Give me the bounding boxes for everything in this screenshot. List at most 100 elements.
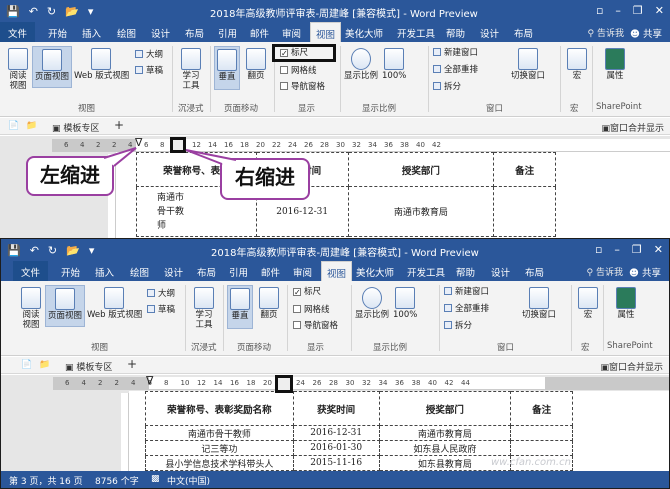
save-icon[interactable]: 💾 <box>6 5 20 18</box>
macros-button[interactable]: 宏 <box>566 48 588 81</box>
minimize-icon[interactable]: – <box>615 4 621 17</box>
tab-help[interactable]: 帮助 <box>446 26 465 40</box>
properties-button[interactable]: 属性 <box>615 287 637 320</box>
tab-mailings[interactable]: 邮件 <box>250 26 269 40</box>
split-button[interactable]: 拆分 <box>433 82 461 92</box>
split-button[interactable]: 拆分 <box>444 321 472 331</box>
template-zone-tab[interactable]: ▣ 模板专区 <box>52 121 99 134</box>
zoom-100-button[interactable]: 100% <box>393 287 417 320</box>
language-indicator[interactable]: 中文(中国) <box>167 474 210 487</box>
right-indent-marker[interactable] <box>275 375 293 393</box>
open-icon[interactable]: 📂 <box>66 244 80 257</box>
add-tab-icon[interactable]: + <box>127 357 137 371</box>
tab-design[interactable]: 设计 <box>151 26 170 40</box>
restore-icon[interactable]: ❐ <box>632 243 642 256</box>
tab-view[interactable]: 视图 <box>321 261 353 281</box>
document-icon[interactable]: 📄 <box>21 360 32 370</box>
read-mode-button[interactable]: 阅读 视图 <box>17 287 45 330</box>
merge-display-toggle[interactable]: ▣窗口合并显示 <box>601 121 664 134</box>
minimize-icon[interactable]: – <box>614 243 620 256</box>
properties-button[interactable]: 属性 <box>604 48 626 81</box>
qat-more-icon[interactable]: ▾ <box>88 5 94 18</box>
close-icon[interactable]: ✕ <box>655 4 664 17</box>
redo-icon[interactable]: ↻ <box>48 244 57 257</box>
switch-windows-button[interactable]: 切换窗口 <box>519 287 559 320</box>
proofing-icon[interactable]: ▩ <box>151 474 160 484</box>
learning-tools-button[interactable]: 学习 工具 <box>178 48 204 91</box>
vertical-move-button[interactable]: 垂直 <box>227 285 253 329</box>
outline-button[interactable]: 大纲 <box>147 289 175 299</box>
switch-windows-button[interactable]: 切换窗口 <box>508 48 548 81</box>
open-icon[interactable]: 📂 <box>65 5 79 18</box>
ruler-checkbox[interactable]: ✓ 标尺 <box>293 287 321 297</box>
nav-pane-checkbox[interactable]: 导航窗格 <box>280 82 325 92</box>
side-to-side-button[interactable]: 翻页 <box>257 287 281 320</box>
word-count[interactable]: 8756 个字 <box>95 474 139 487</box>
arrange-all-button[interactable]: 全部重排 <box>433 65 478 75</box>
page-count[interactable]: 第 3 页，共 16 页 <box>9 474 83 487</box>
tab-references[interactable]: 引用 <box>229 265 248 279</box>
tab-draw[interactable]: 绘图 <box>130 265 149 279</box>
save-icon[interactable]: 💾 <box>7 244 21 257</box>
undo-icon[interactable]: ↶ <box>30 244 39 257</box>
ribbon-display-icon[interactable]: ▫ <box>596 4 603 17</box>
redo-icon[interactable]: ↻ <box>47 5 56 18</box>
zoom-button[interactable]: 显示比例 <box>344 48 378 81</box>
tab-beautify[interactable]: 美化大师 <box>345 26 383 40</box>
tab-developer[interactable]: 开发工具 <box>397 26 435 40</box>
tab-review[interactable]: 审阅 <box>282 26 301 40</box>
tab-table-design[interactable]: 设计 <box>491 265 510 279</box>
tab-file[interactable]: 文件 <box>0 22 36 42</box>
tell-me-box[interactable]: ⚲ 告诉我 <box>588 26 624 39</box>
tab-review[interactable]: 审阅 <box>293 265 312 279</box>
tab-home[interactable]: 开始 <box>61 265 80 279</box>
ribbon-display-icon[interactable]: ▫ <box>595 243 602 256</box>
template-zone-tab[interactable]: ▣ 模板专区 <box>65 360 112 373</box>
right-indent-marker[interactable] <box>170 137 186 153</box>
learning-tools-button[interactable]: 学习 工具 <box>191 287 217 330</box>
tab-table-design[interactable]: 设计 <box>480 26 499 40</box>
zoom-button[interactable]: 显示比例 <box>355 287 389 320</box>
document-icon[interactable]: 📄 <box>8 121 19 131</box>
tab-layout[interactable]: 布局 <box>197 265 216 279</box>
tab-file[interactable]: 文件 <box>13 261 49 281</box>
tab-help[interactable]: 帮助 <box>456 265 475 279</box>
tab-table-layout[interactable]: 布局 <box>525 265 544 279</box>
outline-button[interactable]: 大纲 <box>135 50 163 60</box>
print-layout-button[interactable]: 页面视图 <box>32 46 72 88</box>
gridlines-checkbox[interactable]: 网格线 <box>280 66 317 76</box>
left-indent-marker[interactable]: ∇ <box>135 137 149 152</box>
tab-view[interactable]: 视图 <box>310 22 342 42</box>
folder-icon[interactable]: 📁 <box>26 121 37 131</box>
vertical-move-button[interactable]: 垂直 <box>214 46 240 90</box>
print-layout-button[interactable]: 页面视图 <box>45 285 85 327</box>
read-mode-button[interactable]: 阅读 视图 <box>4 48 32 91</box>
tab-design[interactable]: 设计 <box>164 265 183 279</box>
folder-icon[interactable]: 📁 <box>39 360 50 370</box>
merge-display-toggle[interactable]: ▣窗口合并显示 <box>600 360 663 373</box>
add-tab-icon[interactable]: + <box>114 118 124 132</box>
macros-button[interactable]: 宏 <box>577 287 599 320</box>
tab-beautify[interactable]: 美化大师 <box>356 265 394 279</box>
qat-more-icon[interactable]: ▾ <box>89 244 95 257</box>
tab-references[interactable]: 引用 <box>218 26 237 40</box>
left-indent-marker[interactable]: ∇ <box>146 375 160 390</box>
draft-button[interactable]: 草稿 <box>147 305 175 315</box>
tab-mailings[interactable]: 邮件 <box>261 265 280 279</box>
tell-me-box[interactable]: ⚲ 告诉我 <box>587 265 623 278</box>
tab-table-layout[interactable]: 布局 <box>514 26 533 40</box>
draft-button[interactable]: 草稿 <box>135 66 163 76</box>
web-layout-button[interactable]: Web 版式视图 <box>87 287 142 320</box>
undo-icon[interactable]: ↶ <box>29 5 38 18</box>
arrange-all-button[interactable]: 全部重排 <box>444 304 489 314</box>
share-button[interactable]: ☻ 共享 <box>629 265 661 279</box>
web-layout-button[interactable]: Web 版式视图 <box>74 48 129 81</box>
tab-draw[interactable]: 绘图 <box>117 26 136 40</box>
share-button[interactable]: ☻ 共享 <box>630 26 662 40</box>
tab-home[interactable]: 开始 <box>48 26 67 40</box>
tab-insert[interactable]: 插入 <box>95 265 114 279</box>
restore-icon[interactable]: ❐ <box>633 4 643 17</box>
nav-pane-checkbox[interactable]: 导航窗格 <box>293 321 338 331</box>
gridlines-checkbox[interactable]: 网格线 <box>293 305 330 315</box>
zoom-100-button[interactable]: 100% <box>382 48 406 81</box>
